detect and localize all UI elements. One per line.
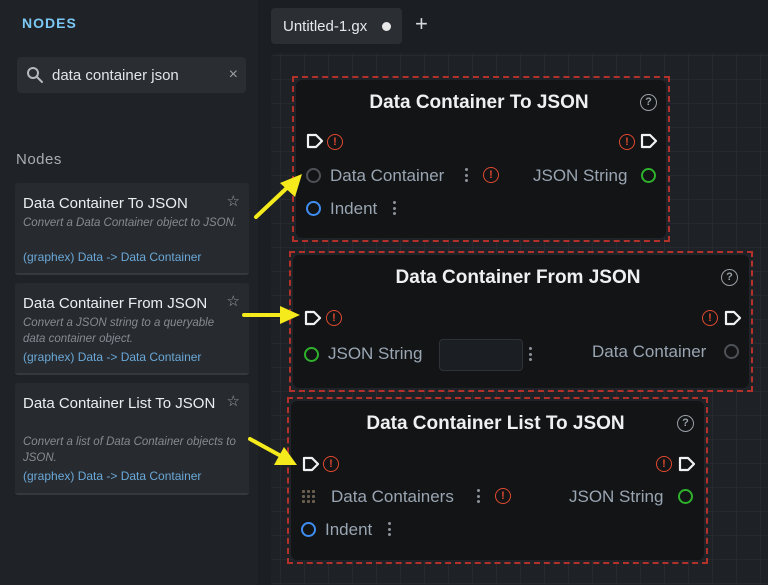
node-card-title: Data Container List To JSON xyxy=(23,395,216,412)
node-card[interactable]: Data Container To JSON ☆ Convert a Data … xyxy=(15,183,249,275)
output-pin-json-string[interactable] xyxy=(678,489,693,504)
output-label: JSON String xyxy=(569,487,664,506)
node-title: Data Container To JSON xyxy=(369,92,589,113)
node-card-description: Convert a Data Container object to JSON. xyxy=(23,217,238,229)
input-pin-data-container[interactable] xyxy=(306,168,321,183)
favorite-star-icon[interactable]: ☆ xyxy=(227,192,240,210)
search-icon xyxy=(27,67,43,83)
search-input[interactable] xyxy=(52,65,217,85)
pin-menu-icon[interactable] xyxy=(477,489,480,503)
list-pin-icon[interactable] xyxy=(301,489,316,504)
exec-output-icon[interactable] xyxy=(678,456,696,472)
output-label: Data Container xyxy=(592,342,707,361)
tab-untitled[interactable]: Untitled-1.gx xyxy=(271,8,402,44)
highlight-arrow-icon xyxy=(254,174,302,219)
help-icon[interactable]: ? xyxy=(721,269,738,286)
warning-icon: ! xyxy=(327,134,343,150)
node-card-category: (graphex) Data -> Data Container xyxy=(23,350,202,364)
warning-icon: ! xyxy=(483,167,499,183)
add-tab-button[interactable]: + xyxy=(415,11,428,37)
exec-input-icon[interactable] xyxy=(304,310,322,326)
input-label: Data Container xyxy=(330,166,445,185)
exec-output-icon[interactable] xyxy=(724,310,742,326)
section-label-nodes: Nodes xyxy=(16,151,62,168)
input-pin-indent[interactable] xyxy=(301,522,316,537)
input-label: JSON String xyxy=(328,344,423,363)
node-card-title: Data Container From JSON xyxy=(23,295,208,312)
clear-search-icon[interactable]: × xyxy=(229,66,238,84)
help-icon[interactable]: ? xyxy=(677,415,694,432)
input-label: Data Containers xyxy=(331,487,454,506)
exec-input-icon[interactable] xyxy=(302,456,320,472)
favorite-star-icon[interactable]: ☆ xyxy=(227,392,240,410)
node-data-container-from-json[interactable]: Data Container From JSON ? ! ! JSON Stri… xyxy=(293,255,749,388)
node-card-category: (graphex) Data -> Data Container xyxy=(23,469,202,483)
pin-menu-icon[interactable] xyxy=(393,201,396,215)
node-title: Data Container From JSON xyxy=(395,267,641,288)
warning-icon: ! xyxy=(495,488,511,504)
output-pin-json-string[interactable] xyxy=(641,168,656,183)
input-label: Indent xyxy=(325,520,373,539)
node-card-description: Convert a JSON string to a queryable dat… xyxy=(23,317,215,345)
exec-input-icon[interactable] xyxy=(306,133,324,149)
node-card[interactable]: Data Container From JSON ☆ Convert a JSO… xyxy=(15,283,249,375)
unsaved-indicator-icon[interactable] xyxy=(382,22,391,31)
pin-menu-icon[interactable] xyxy=(465,168,468,182)
input-pin-indent[interactable] xyxy=(306,201,321,216)
node-card-category: (graphex) Data -> Data Container xyxy=(23,250,202,264)
nodes-sidebar: NODES × Nodes Data Container To JSON ☆ C… xyxy=(0,0,258,585)
highlight-arrow-icon xyxy=(242,306,300,324)
tab-label: Untitled-1.gx xyxy=(283,18,368,35)
warning-icon: ! xyxy=(326,310,342,326)
favorite-star-icon[interactable]: ☆ xyxy=(227,292,240,310)
node-data-container-to-json[interactable]: Data Container To JSON ? ! ! Data Contai… xyxy=(296,80,666,238)
node-card[interactable]: Data Container List To JSON ☆ Convert a … xyxy=(15,383,249,495)
warning-icon: ! xyxy=(656,456,672,472)
input-pin-json-string[interactable] xyxy=(304,347,319,362)
input-label: Indent xyxy=(330,199,378,218)
warning-icon: ! xyxy=(323,456,339,472)
search-box[interactable]: × xyxy=(17,57,246,93)
node-card-description: Convert a list of Data Container objects… xyxy=(23,436,236,464)
warning-icon: ! xyxy=(702,310,718,326)
help-icon[interactable]: ? xyxy=(640,94,657,111)
json-string-field[interactable] xyxy=(439,339,523,371)
output-label: JSON String xyxy=(533,166,628,185)
node-title: Data Container List To JSON xyxy=(366,413,625,434)
highlight-arrow-icon xyxy=(248,437,297,465)
exec-output-icon[interactable] xyxy=(640,133,658,149)
node-data-container-list-to-json[interactable]: Data Container List To JSON ? ! ! Data C… xyxy=(291,401,704,560)
pin-menu-icon[interactable] xyxy=(388,522,391,536)
output-pin-data-container[interactable] xyxy=(724,344,739,359)
sidebar-title: NODES xyxy=(22,15,77,31)
node-card-title: Data Container To JSON xyxy=(23,195,188,212)
pin-menu-icon[interactable] xyxy=(529,347,532,361)
warning-icon: ! xyxy=(619,134,635,150)
